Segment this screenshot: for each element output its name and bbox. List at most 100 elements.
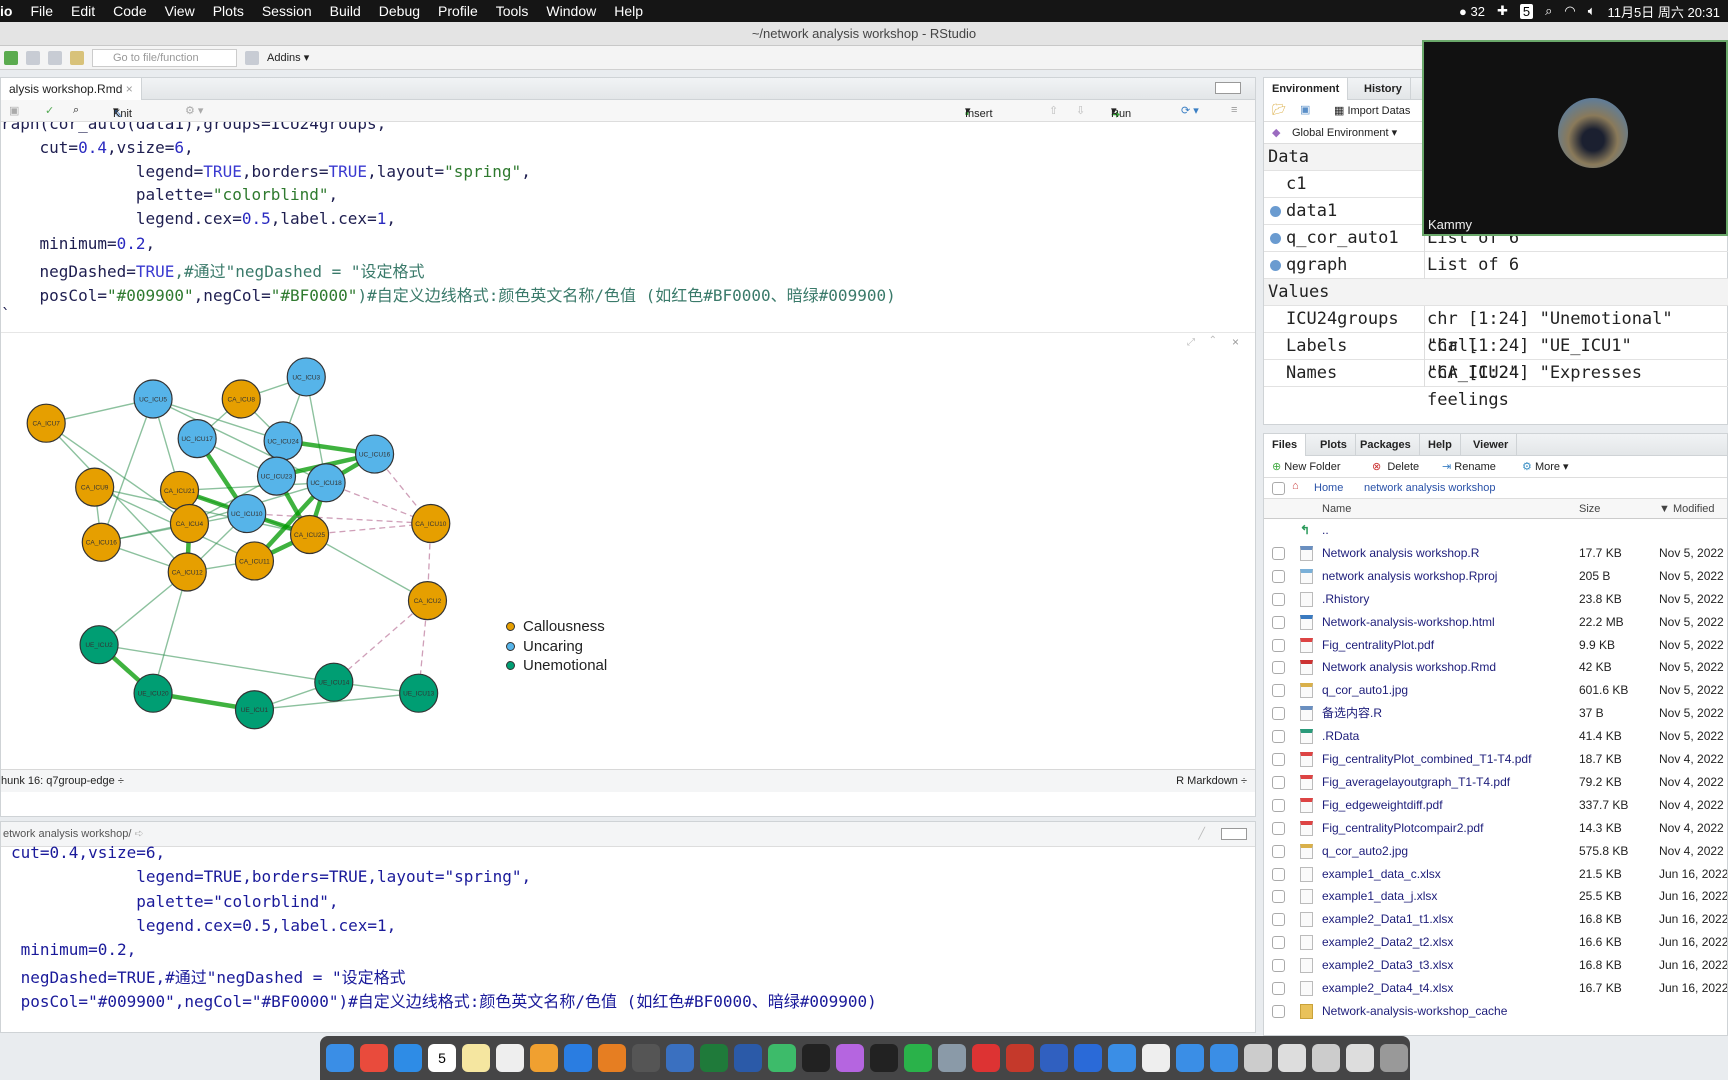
chunk-navigator[interactable]: hunk 16: q7group-edge ÷	[1, 770, 124, 792]
file-row[interactable]: Network analysis workshop.Rmd 42 KB Nov 5,…	[1264, 656, 1727, 679]
file-name[interactable]: .RData	[1322, 725, 1359, 748]
menu-session[interactable]: Session	[253, 3, 321, 19]
open-icon[interactable]: 📂︎	[1272, 103, 1286, 116]
file-name[interactable]: Fig_centralityPlot_combined_T1-T4.pdf	[1322, 748, 1531, 771]
tab-environment[interactable]: Environment	[1264, 78, 1349, 100]
goto-dir-icon[interactable]: ➪	[134, 828, 143, 840]
save-icon[interactable]: ▣	[9, 104, 19, 117]
file-row[interactable]: q_cor_auto1.jpg 601.6 KB Nov 5, 2022	[1264, 679, 1727, 702]
file-checkbox[interactable]	[1272, 661, 1285, 675]
col-modified[interactable]: ▼ Modified	[1659, 503, 1715, 515]
tab-help[interactable]: Help	[1420, 434, 1461, 456]
file-row[interactable]: example2_Data3_t3.xlsx 16.8 KB Jun 16, 202…	[1264, 954, 1727, 977]
addins-menu[interactable]: Addins ▾	[267, 51, 309, 64]
file-checkbox[interactable]	[1272, 1004, 1285, 1018]
file-name[interactable]: Fig_centralityPlot.pdf	[1322, 634, 1434, 657]
tab-viewer[interactable]: Viewer	[1465, 434, 1518, 456]
file-row[interactable]: network analysis workshop.Rproj 205 B Nov …	[1264, 565, 1727, 588]
dock-app-icon[interactable]	[1380, 1044, 1408, 1072]
env-row[interactable]: ICU24groups chr [1:24] "Unemotional" "Cal…	[1264, 306, 1728, 356]
more-button[interactable]: ⚙ More ▾	[1522, 460, 1569, 473]
menu-build[interactable]: Build	[321, 3, 370, 19]
file-name[interactable]: Fig_averagelayoutgraph_T1-T4.pdf	[1322, 771, 1510, 794]
file-row[interactable]: q_cor_auto2.jpg 575.8 KB Nov 4, 2022	[1264, 840, 1727, 863]
file-row[interactable]: .Rhistory 23.8 KB Nov 5, 2022	[1264, 588, 1727, 611]
menu-code[interactable]: Code	[104, 3, 155, 19]
tab-history[interactable]: History	[1356, 78, 1411, 100]
dock-app-icon[interactable]	[1074, 1044, 1102, 1072]
menu-app[interactable]: io	[0, 3, 21, 19]
outline-icon[interactable]: ≡	[1231, 104, 1237, 116]
file-checkbox[interactable]	[1272, 844, 1285, 858]
rerun-icon[interactable]: ⟳ ▾	[1181, 104, 1199, 117]
knit-button[interactable]: ✎ Knit ▾	[113, 104, 132, 121]
file-row[interactable]: example2_Data1_t1.xlsx 16.8 KB Jun 16, 202…	[1264, 908, 1727, 931]
save-icon[interactable]	[26, 50, 40, 65]
dock-app-icon[interactable]	[530, 1044, 558, 1072]
file-checkbox[interactable]	[1272, 959, 1285, 973]
wechat-icon[interactable]: ● 32	[1459, 4, 1485, 19]
dock-app-icon[interactable]	[1108, 1044, 1136, 1072]
expand-icon[interactable]	[1270, 233, 1281, 244]
grid-layout-icon[interactable]	[245, 50, 259, 65]
file-name[interactable]: q_cor_auto2.jpg	[1322, 840, 1408, 863]
file-name[interactable]: Network analysis workshop.R	[1322, 542, 1479, 565]
file-checkbox[interactable]	[1272, 592, 1285, 606]
file-name[interactable]: Fig_centralityPlotcompair2.pdf	[1322, 817, 1483, 840]
tab-packages[interactable]: Packages	[1352, 434, 1420, 456]
dock-app-icon[interactable]	[972, 1044, 1000, 1072]
minimize-icon[interactable]	[1215, 82, 1241, 94]
new-folder-button[interactable]: ⊕ New Folder	[1272, 460, 1341, 473]
video-call-overlay[interactable]: Kammy	[1422, 40, 1728, 236]
code-editor[interactable]: raph(cor_auto(data1),groups=ICU24groups,…	[1, 122, 1255, 332]
expand-icon[interactable]	[1270, 260, 1281, 271]
status-icon[interactable]: ✚	[1497, 3, 1508, 19]
dock-app-icon[interactable]	[1040, 1044, 1068, 1072]
file-row[interactable]: Fig_averagelayoutgraph_T1-T4.pdf 79.2 KB N…	[1264, 771, 1727, 794]
menu-edit[interactable]: Edit	[62, 3, 104, 19]
file-name[interactable]: Network-analysis-workshop.html	[1322, 611, 1495, 634]
dock-app-icon[interactable]	[700, 1044, 728, 1072]
dock-app-icon[interactable]	[870, 1044, 898, 1072]
spellcheck-icon[interactable]: ✓	[45, 104, 54, 117]
menu-file[interactable]: File	[21, 3, 62, 19]
file-name[interactable]: example1_data_j.xlsx	[1322, 885, 1437, 908]
rename-button[interactable]: ⇥ Rename	[1442, 460, 1496, 473]
search-icon[interactable]: ⌕	[73, 104, 79, 117]
env-row[interactable]: qgraph List of 6	[1264, 252, 1728, 279]
menu-plots[interactable]: Plots	[204, 3, 253, 19]
env-row[interactable]: Names chr [1:24] "Expresses feelings	[1264, 360, 1728, 410]
file-name[interactable]: q_cor_auto1.jpg	[1322, 679, 1408, 702]
dock-app-icon[interactable]	[632, 1044, 660, 1072]
home-icon[interactable]: ⌂	[1292, 480, 1299, 492]
file-checkbox[interactable]	[1272, 913, 1285, 927]
delete-button[interactable]: ⊗ Delete	[1372, 460, 1419, 473]
file-row[interactable]: Fig_centralityPlot.pdf 9.9 KB Nov 5, 2022	[1264, 634, 1727, 657]
dock-app-icon[interactable]	[564, 1044, 592, 1072]
file-checkbox[interactable]	[1272, 684, 1285, 698]
select-all-checkbox[interactable]	[1272, 482, 1285, 495]
parent-dir-row[interactable]: ↰..	[1264, 519, 1727, 542]
dock-app-icon[interactable]	[1210, 1044, 1238, 1072]
collapse-icon[interactable]: ⌃	[1209, 335, 1217, 346]
expand-icon[interactable]: ⤢	[1187, 337, 1195, 348]
dock-app-icon[interactable]	[1312, 1044, 1340, 1072]
file-checkbox[interactable]	[1272, 546, 1285, 560]
breadcrumb-folder[interactable]: network analysis workshop	[1364, 482, 1495, 494]
file-checkbox[interactable]	[1272, 775, 1285, 789]
file-checkbox[interactable]	[1272, 615, 1285, 629]
file-checkbox[interactable]	[1272, 569, 1285, 583]
dock-app-icon[interactable]	[938, 1044, 966, 1072]
new-file-icon[interactable]	[4, 50, 18, 65]
minimize-icon[interactable]	[1221, 828, 1247, 840]
file-checkbox[interactable]	[1272, 890, 1285, 904]
menu-view[interactable]: View	[156, 3, 204, 19]
tab-files[interactable]: Files	[1264, 434, 1307, 456]
file-name[interactable]: example2_Data3_t3.xlsx	[1322, 954, 1453, 977]
dock-app-icon[interactable]	[802, 1044, 830, 1072]
down-arrow-icon[interactable]: ⇩	[1076, 104, 1085, 117]
file-name[interactable]: Network-analysis-workshop_cache	[1322, 1000, 1507, 1023]
menu-tools[interactable]: Tools	[487, 3, 538, 19]
file-name[interactable]: example2_Data2_t2.xlsx	[1322, 931, 1453, 954]
dock-app-icon[interactable]	[1346, 1044, 1374, 1072]
